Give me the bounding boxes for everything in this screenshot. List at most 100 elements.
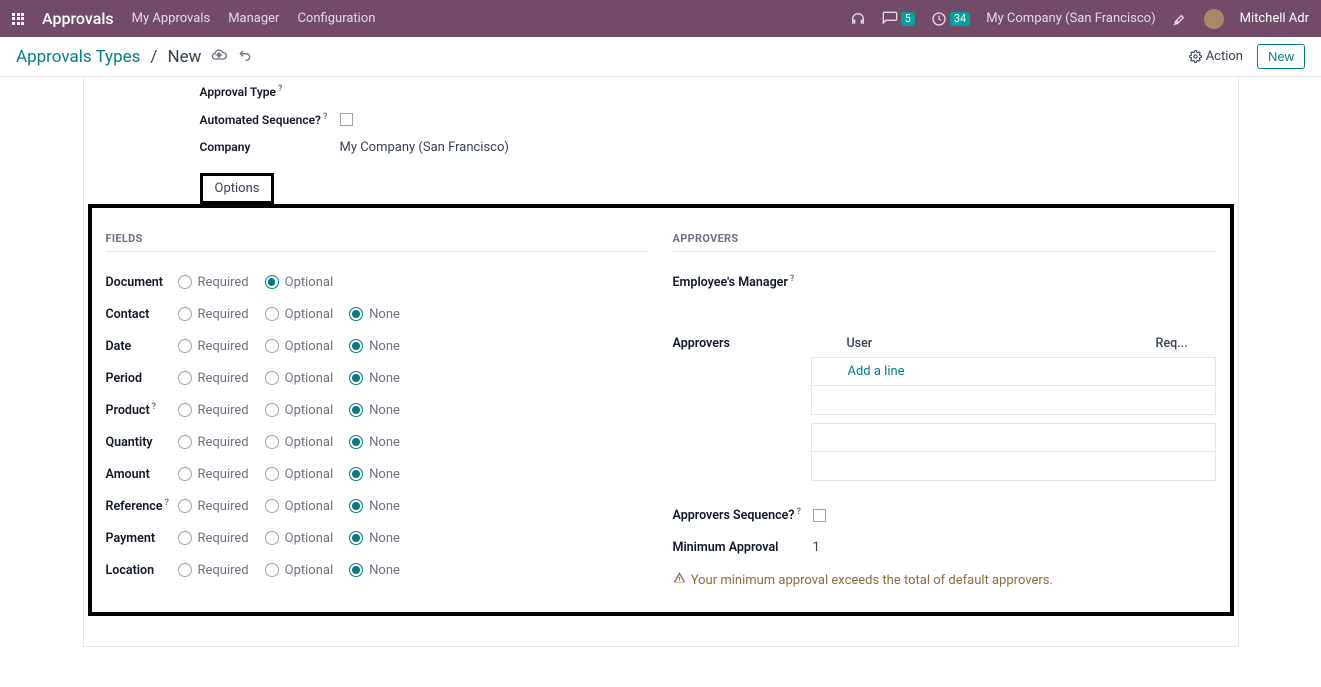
approval-type-label: Approval Type? — [200, 84, 340, 99]
radio-amount-required[interactable]: Required — [178, 467, 249, 482]
warning-icon — [673, 573, 689, 588]
table-row: . — [812, 452, 1215, 480]
tab-options[interactable]: Options — [200, 173, 275, 204]
field-label-reference: Reference? — [106, 498, 178, 514]
automated-sequence-checkbox[interactable] — [340, 113, 353, 126]
brand-title[interactable]: Approvals — [42, 9, 114, 28]
radio-reference-optional[interactable]: Optional — [265, 499, 333, 514]
radio-contact-required[interactable]: Required — [178, 307, 249, 322]
field-row-date: DateRequired Optional None — [106, 330, 649, 362]
new-button[interactable]: New — [1257, 44, 1305, 69]
activities-icon[interactable]: 34 — [931, 11, 970, 27]
field-row-period: PeriodRequired Optional None — [106, 362, 649, 394]
company-value: My Company (San Francisco) — [340, 140, 509, 155]
nav-item-manager[interactable]: Manager — [228, 11, 279, 26]
field-label-location: Location — [106, 563, 178, 578]
radio-document-required[interactable]: Required — [178, 275, 249, 290]
section-title-fields: FIELDS — [106, 232, 649, 252]
radio-product-optional[interactable]: Optional — [265, 403, 333, 418]
activities-badge: 34 — [950, 12, 970, 26]
field-row-product: Product?Required Optional None — [106, 394, 649, 426]
radio-location-none[interactable]: None — [349, 563, 400, 578]
employees-manager-label: Employee's Manager? — [673, 274, 795, 290]
field-row-reference: Reference?Required Optional None — [106, 490, 649, 522]
field-label-date: Date — [106, 339, 178, 354]
approvers-header-req: Req... — [1156, 336, 1216, 351]
approvers-table: Add a line . — [811, 357, 1216, 415]
support-icon[interactable] — [850, 11, 866, 27]
radio-location-optional[interactable]: Optional — [265, 563, 333, 578]
radio-product-none[interactable]: None — [349, 403, 400, 418]
field-row-contact: ContactRequired Optional None — [106, 298, 649, 330]
user-menu[interactable]: Mitchell Adr — [1240, 11, 1309, 26]
section-title-approvers: APPROVERS — [673, 232, 1216, 252]
field-row-amount: AmountRequired Optional None — [106, 458, 649, 490]
radio-product-required[interactable]: Required — [178, 403, 249, 418]
apps-icon[interactable] — [12, 13, 24, 25]
radio-period-optional[interactable]: Optional — [265, 371, 333, 386]
radio-date-none[interactable]: None — [349, 339, 400, 354]
field-label-document: Document — [106, 275, 178, 290]
minimum-approval-value[interactable]: 1 — [813, 540, 820, 555]
field-row-location: LocationRequired Optional None — [106, 554, 649, 586]
action-menu[interactable]: Action — [1189, 49, 1243, 64]
avatar[interactable] — [1204, 9, 1224, 29]
cloud-save-icon[interactable] — [211, 47, 227, 67]
radio-reference-none[interactable]: None — [349, 499, 400, 514]
top-nav: Approvals My Approvals Manager Configurati… — [0, 0, 1321, 37]
company-switcher[interactable]: My Company (San Francisco) — [986, 11, 1155, 26]
messages-badge: 5 — [901, 12, 915, 26]
field-label-amount: Amount — [106, 467, 178, 482]
radio-payment-optional[interactable]: Optional — [265, 531, 333, 546]
radio-period-none[interactable]: None — [349, 371, 400, 386]
table-row: . — [812, 386, 1215, 414]
warning-text: Your minimum approval exceeds the total … — [691, 573, 1053, 588]
radio-reference-required[interactable]: Required — [178, 499, 249, 514]
action-menu-label: Action — [1206, 49, 1243, 64]
radio-amount-optional[interactable]: Optional — [265, 467, 333, 482]
field-row-payment: PaymentRequired Optional None — [106, 522, 649, 554]
radio-document-optional[interactable]: Optional — [265, 275, 333, 290]
radio-date-required[interactable]: Required — [178, 339, 249, 354]
form-sheet: Approval Type? Automated Sequence?? Comp… — [83, 77, 1239, 647]
breadcrumb-parent[interactable]: Approvals Types — [16, 47, 140, 67]
radio-quantity-none[interactable]: None — [349, 435, 400, 450]
company-label: Company — [200, 140, 340, 154]
approvers-sequence-label: Approvers Sequence?? — [673, 507, 813, 523]
radio-payment-required[interactable]: Required — [178, 531, 249, 546]
minimum-approval-label: Minimum Approval — [673, 540, 813, 555]
approvers-header-user: User — [847, 336, 1156, 351]
breadcrumb-current: New — [167, 47, 201, 67]
radio-quantity-optional[interactable]: Optional — [265, 435, 333, 450]
radio-location-required[interactable]: Required — [178, 563, 249, 578]
nav-item-my-approvals[interactable]: My Approvals — [132, 11, 211, 26]
radio-contact-none[interactable]: None — [349, 307, 400, 322]
breadcrumb-sep: / — [150, 47, 157, 67]
table-row: . — [812, 424, 1215, 452]
options-panel: FIELDS DocumentRequiredOptionalContactRe… — [88, 204, 1234, 616]
radio-payment-none[interactable]: None — [349, 531, 400, 546]
discard-icon[interactable] — [237, 47, 253, 67]
radio-amount-none[interactable]: None — [349, 467, 400, 482]
field-row-quantity: QuantityRequired Optional None — [106, 426, 649, 458]
field-label-payment: Payment — [106, 531, 178, 546]
field-row-document: DocumentRequired Optional — [106, 266, 649, 298]
approvers-label: Approvers — [673, 332, 795, 351]
automated-sequence-label: Automated Sequence?? — [200, 112, 340, 127]
nav-item-configuration[interactable]: Configuration — [297, 11, 375, 26]
radio-period-required[interactable]: Required — [178, 371, 249, 386]
field-label-product: Product? — [106, 402, 178, 418]
radio-contact-optional[interactable]: Optional — [265, 307, 333, 322]
approvers-table-header: User Req... — [811, 332, 1216, 357]
add-approver-line[interactable]: Add a line — [848, 364, 905, 379]
radio-date-optional[interactable]: Optional — [265, 339, 333, 354]
field-label-contact: Contact — [106, 307, 178, 322]
approvers-sequence-checkbox[interactable] — [813, 509, 826, 522]
field-label-quantity: Quantity — [106, 435, 178, 450]
field-label-period: Period — [106, 371, 178, 386]
tools-icon[interactable] — [1172, 11, 1188, 27]
messages-icon[interactable]: 5 — [882, 11, 915, 27]
approvers-table-extra: . . — [811, 423, 1216, 481]
action-bar: Approvals Types / New Action New — [0, 37, 1321, 77]
radio-quantity-required[interactable]: Required — [178, 435, 249, 450]
